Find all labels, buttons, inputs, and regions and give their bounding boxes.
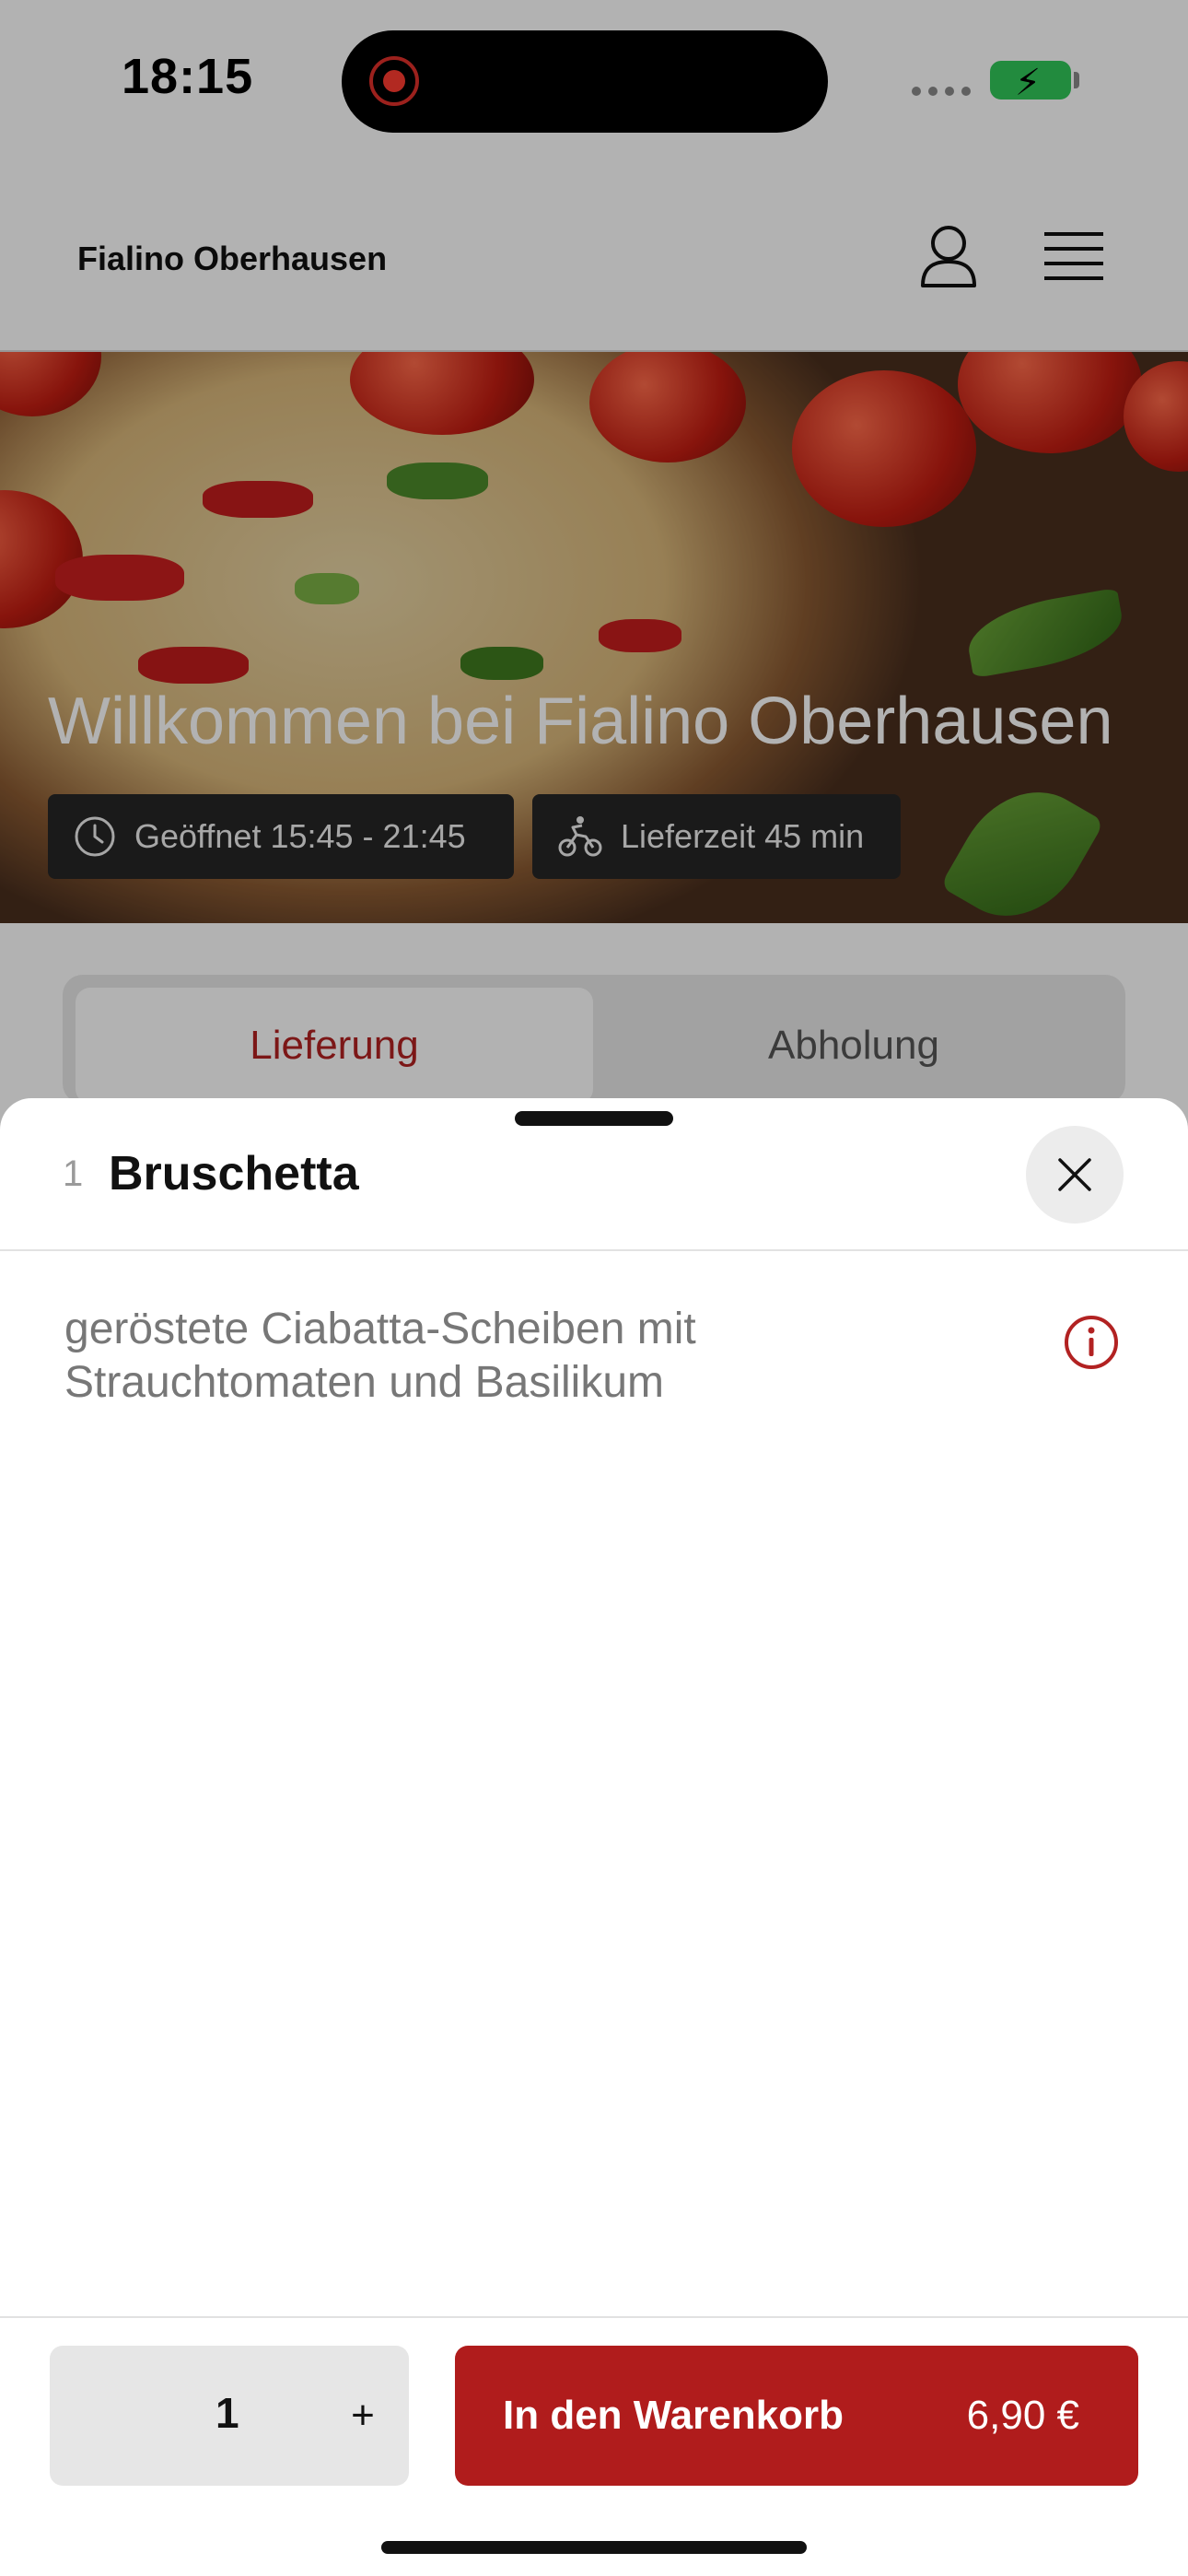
quantity-value: 1 bbox=[215, 2389, 239, 2437]
product-description: geröstete Ciabatta-Scheiben mit Straucht… bbox=[64, 1305, 696, 1407]
quantity-plus-button[interactable]: + bbox=[326, 2375, 400, 2456]
product-sheet: 1 Bruschetta geröstete Ciabatta-Scheiben… bbox=[0, 1098, 1188, 2576]
add-to-cart-label: In den Warenkorb bbox=[503, 2393, 844, 2438]
add-to-cart-button[interactable]: In den Warenkorb 6,90 € bbox=[455, 2346, 1138, 2486]
product-number: 1 bbox=[63, 1153, 84, 1194]
sheet-grabber[interactable] bbox=[515, 1111, 673, 1126]
home-indicator[interactable] bbox=[381, 2541, 807, 2554]
sheet-footer: 1 + In den Warenkorb 6,90 € bbox=[0, 2316, 1188, 2576]
info-icon[interactable] bbox=[1063, 1314, 1120, 1371]
product-price: 6,90 € bbox=[966, 2393, 1079, 2438]
quantity-stepper: 1 + bbox=[50, 2346, 409, 2486]
close-button[interactable] bbox=[1026, 1126, 1124, 1224]
close-icon bbox=[1058, 1158, 1091, 1191]
sheet-header: 1 Bruschetta bbox=[0, 1126, 1188, 1251]
product-title: Bruschetta bbox=[109, 1147, 359, 1200]
